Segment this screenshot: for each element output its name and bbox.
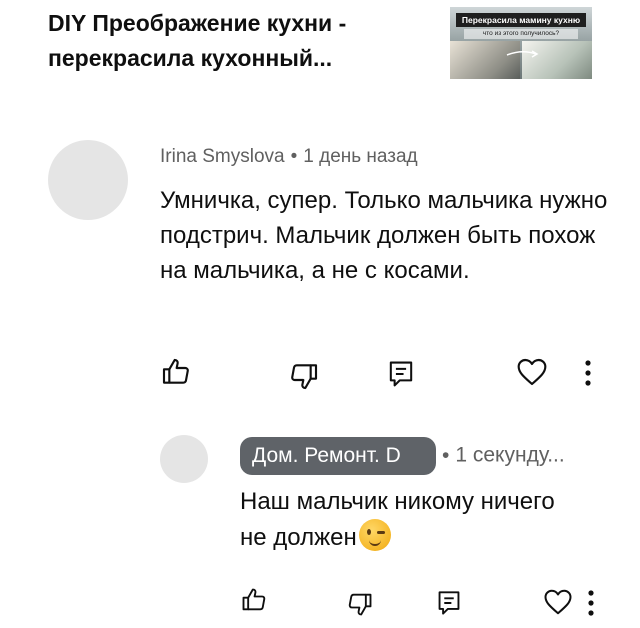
meta-separator: • (290, 146, 298, 167)
comment-text: Умничка, супер. Только мальчика нужно по… (160, 187, 608, 284)
comment-meta: Irina Smyslova • 1 день назад (160, 146, 418, 168)
video-title[interactable]: DIY Преображение кухни - перекрасила кух… (48, 6, 428, 76)
video-header[interactable]: DIY Преображение кухни - перекрасила кух… (0, 0, 640, 112)
comment-time: 1 день назад (303, 146, 418, 167)
reply-avatar[interactable] (160, 435, 208, 483)
dislike-icon[interactable] (346, 590, 374, 618)
heart-icon[interactable] (543, 588, 573, 616)
reply-icon[interactable] (437, 590, 461, 616)
thumbnail-after-image (522, 41, 592, 79)
reply-icon[interactable] (388, 360, 414, 388)
more-icon[interactable] (586, 589, 596, 617)
comment-author[interactable]: Irina Smyslova (160, 146, 285, 167)
commenter-avatar[interactable] (48, 140, 128, 220)
thumbnail-before-image (450, 41, 520, 79)
arrow-icon (506, 50, 539, 58)
more-icon[interactable] (583, 359, 593, 387)
reply-text: Наш мальчик никому ничего не должен (240, 488, 555, 551)
like-icon[interactable] (240, 586, 268, 614)
meta-separator: • (442, 443, 450, 467)
dislike-icon[interactable] (288, 360, 320, 392)
reply-text-block: Наш мальчик никому ничего не должен (240, 484, 580, 555)
thumbnail-subtitle: что из этого получилось? (464, 29, 578, 39)
channel-owner-chip[interactable]: Дом. Ремонт. D (240, 437, 436, 475)
heart-icon[interactable] (516, 357, 548, 387)
video-thumbnail[interactable]: Перекрасила мамину кухню что из этого по… (450, 7, 592, 79)
reply-meta: Дом. Ремонт. D • 1 секунду... (240, 437, 565, 475)
winking-face-icon (358, 519, 391, 551)
thumbnail-banner: Перекрасила мамину кухню (456, 13, 586, 27)
reply-time: 1 секунду... (455, 443, 565, 467)
like-icon[interactable] (160, 356, 192, 388)
